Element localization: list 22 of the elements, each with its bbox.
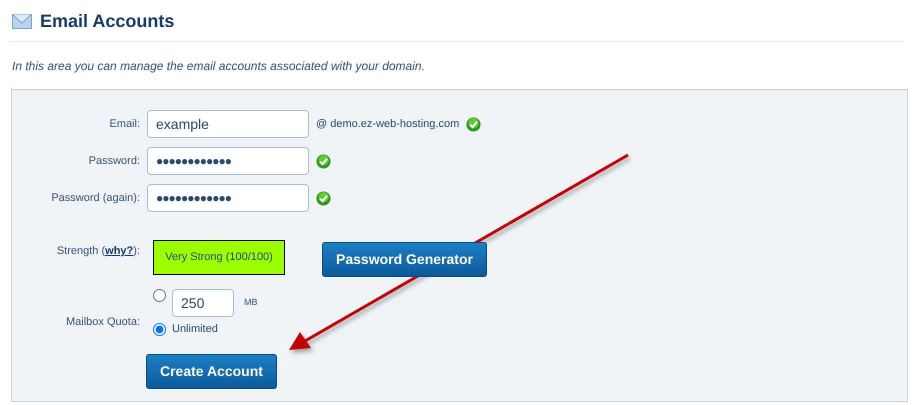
field-label: Email:: [108, 116, 141, 132]
radio-button[interactable]: [153, 289, 166, 302]
field-label: Password:: [88, 154, 141, 169]
intro-text: In this area you can manage the email accounts associated with your domain.: [12, 58, 426, 75]
unit-label: MB: [244, 296, 258, 310]
domain-text: @ demo.ez-web-hosting.com: [316, 116, 460, 132]
envelope-icon: [12, 14, 32, 29]
email-field[interactable]: example: [147, 110, 309, 138]
field-label: Password (again):: [50, 190, 141, 206]
label-text: Strength (: [56, 245, 106, 257]
why-link[interactable]: why?: [105, 245, 134, 257]
option-label: Unlimited: [172, 322, 218, 337]
strength-meter: Very Strong (100/100): [153, 240, 285, 275]
page-title: Email Accounts: [40, 10, 174, 33]
quota-field[interactable]: 250: [172, 289, 234, 317]
field-label: Mailbox Quota:: [66, 316, 140, 328]
create-account-button[interactable]: Create Account: [146, 354, 277, 388]
radio-button[interactable]: [153, 322, 166, 336]
password-generator-button[interactable]: Password Generator: [322, 242, 487, 277]
password-field[interactable]: ●●●●●●●●●●●●: [147, 184, 309, 212]
label-text: ):: [133, 245, 140, 257]
password-field[interactable]: ●●●●●●●●●●●●: [147, 147, 309, 175]
